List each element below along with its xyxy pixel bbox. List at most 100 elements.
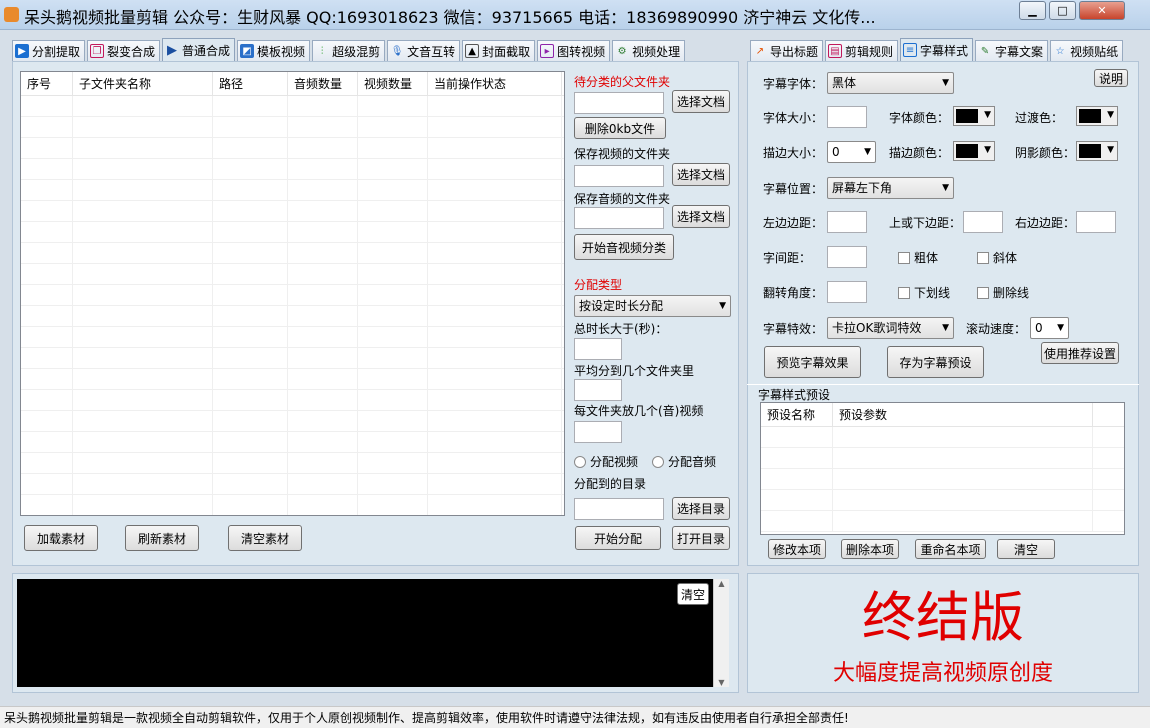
bold-checkbox[interactable]: 粗体 — [898, 249, 938, 266]
empty-cell — [21, 138, 73, 158]
distribute-audio-radio[interactable]: 分配音频 — [652, 453, 716, 470]
tab-subtitle-copy[interactable]: ✎ 字幕文案 — [975, 40, 1049, 61]
empty-cell — [358, 411, 428, 431]
right-margin-input[interactable] — [1076, 211, 1116, 233]
preset-table-body — [761, 427, 1124, 532]
minimize-button[interactable]: ▁ — [1019, 1, 1046, 20]
empty-cell — [428, 432, 562, 452]
empty-cell — [288, 222, 358, 242]
parent-folder-input[interactable] — [574, 92, 664, 114]
empty-cell — [21, 96, 73, 116]
effect-select[interactable]: 卡拉OK歌词特效 ▼ — [827, 317, 954, 339]
empty-row — [21, 390, 564, 411]
empty-row — [761, 469, 1124, 490]
stroke-size-select[interactable]: 0 ▼ — [827, 141, 876, 163]
chevron-down-icon: ▼ — [1107, 110, 1114, 120]
avg-folders-input[interactable] — [574, 379, 622, 401]
position-select[interactable]: 屏幕左下角 ▼ — [827, 177, 954, 199]
empty-cell — [213, 390, 288, 410]
start-classify-button[interactable]: 开始音视频分类 — [574, 234, 674, 260]
tab-export-title[interactable]: ↗ 导出标题 — [750, 40, 824, 61]
empty-cell — [73, 390, 213, 410]
underline-checkbox[interactable]: 下划线 — [898, 284, 950, 301]
delete-preset-button[interactable]: 删除本项 — [841, 539, 899, 559]
refresh-material-button[interactable]: 刷新素材 — [125, 525, 199, 551]
font-select[interactable]: 黑体 ▼ — [827, 72, 954, 94]
tab-super-mix[interactable]: ⫶ 超级混剪 — [312, 40, 386, 61]
select-audio-folder-button[interactable]: 选择文档 — [672, 205, 730, 228]
empty-cell — [73, 96, 213, 116]
empty-cell — [21, 348, 73, 368]
save-video-folder-input[interactable] — [574, 165, 664, 187]
log-scrollbar[interactable]: ▲ ▼ — [713, 579, 729, 687]
empty-cell — [288, 243, 358, 263]
rotate-label: 翻转角度： — [763, 286, 824, 300]
tab-video-sticker[interactable]: ☆ 视频贴纸 — [1050, 40, 1124, 61]
preview-subtitle-button[interactable]: 预览字幕效果 — [764, 346, 861, 378]
save-audio-folder-input[interactable] — [574, 207, 664, 229]
spacing-input[interactable] — [827, 246, 867, 268]
left-tab-strip: ▶ 分割提取 ❐ 裂变合成 ▶ 普通合成 ◩ 模板视频 ⫶ 超级混剪 🎙 文音互转 ▲ 封面截… — [12, 38, 687, 62]
maximize-button[interactable]: □ — [1049, 1, 1076, 20]
log-console[interactable] — [17, 579, 713, 687]
clear-log-button[interactable]: 清空 — [677, 583, 709, 605]
clear-presets-button[interactable]: 清空 — [997, 539, 1055, 559]
load-material-button[interactable]: 加载素材 — [24, 525, 98, 551]
total-duration-input[interactable] — [574, 338, 622, 360]
empty-cell — [358, 264, 428, 284]
tab-label: 剪辑规则 — [845, 44, 894, 59]
tab-text-audio[interactable]: 🎙 文音互转 — [387, 40, 461, 61]
target-dir-input[interactable] — [574, 498, 664, 520]
rotate-input[interactable] — [827, 281, 867, 303]
empty-row — [21, 117, 564, 138]
use-recommended-button[interactable]: 使用推荐设置 — [1041, 342, 1119, 364]
font-size-input[interactable] — [827, 106, 867, 128]
distribute-video-radio[interactable]: 分配视频 — [574, 453, 638, 470]
tab-cover-capture[interactable]: ▲ 封面截取 — [462, 40, 536, 61]
folder-table[interactable]: 序号 子文件夹名称 路径 音频数量 视频数量 当前操作状态 — [20, 71, 565, 516]
position-label: 字幕位置： — [763, 182, 824, 196]
preset-table-header: 预设名称 预设参数 — [761, 403, 1124, 427]
tab-video-process[interactable]: ⚙ 视频处理 — [612, 40, 686, 61]
stroke-color-picker[interactable]: ▼ — [953, 141, 995, 161]
select-parent-folder-button[interactable]: 选择文档 — [672, 90, 730, 113]
close-button[interactable]: ✕ — [1079, 1, 1125, 20]
shadow-color-picker[interactable]: ▼ — [1076, 141, 1118, 161]
left-margin-input[interactable] — [827, 211, 867, 233]
tab-label: 封面截取 — [482, 44, 531, 59]
start-distribute-button[interactable]: 开始分配 — [575, 526, 661, 550]
empty-cell — [288, 96, 358, 116]
select-target-dir-button[interactable]: 选择目录 — [672, 497, 730, 520]
per-folder-input[interactable] — [574, 421, 622, 443]
tab-label: 裂变合成 — [107, 44, 156, 59]
help-button[interactable]: 说明 — [1094, 69, 1128, 87]
rename-preset-button[interactable]: 重命名本项 — [915, 539, 986, 559]
tab-template-video[interactable]: ◩ 模板视频 — [237, 40, 311, 61]
tab-split-extract[interactable]: ▶ 分割提取 — [12, 40, 86, 61]
color-swatch — [1079, 144, 1101, 158]
empty-cell — [213, 138, 288, 158]
vertical-margin-input[interactable] — [963, 211, 1003, 233]
tab-normal-compose[interactable]: ▶ 普通合成 — [162, 38, 236, 61]
checkbox-label: 斜体 — [993, 251, 1018, 265]
tab-image-to-video[interactable]: ▸ 图转视频 — [537, 40, 611, 61]
empty-cell — [358, 201, 428, 221]
tab-fission-compose[interactable]: ❐ 裂变合成 — [87, 40, 161, 61]
select-video-folder-button[interactable]: 选择文档 — [672, 163, 730, 186]
transition-color-picker[interactable]: ▼ — [1076, 106, 1118, 126]
tab-subtitle-style[interactable]: ≡ 字幕样式 — [900, 38, 974, 61]
chevron-down-icon: ▼ — [942, 323, 949, 333]
column-header: 预设参数 — [833, 403, 1093, 426]
strikethrough-checkbox[interactable]: 删除线 — [977, 284, 1029, 301]
italic-checkbox[interactable]: 斜体 — [977, 249, 1017, 266]
font-color-picker[interactable]: ▼ — [953, 106, 995, 126]
delete-zero-kb-button[interactable]: 删除0kb文件 — [574, 117, 666, 139]
tab-edit-rules[interactable]: ▤ 剪辑规则 — [825, 40, 899, 61]
open-dir-button[interactable]: 打开目录 — [672, 526, 730, 550]
clear-material-button[interactable]: 清空素材 — [228, 525, 302, 551]
preset-table[interactable]: 预设名称 预设参数 — [760, 402, 1125, 535]
distribute-type-select[interactable]: 按设定时长分配 ▼ — [574, 295, 731, 317]
scroll-speed-select[interactable]: 0 ▼ — [1030, 317, 1069, 339]
save-preset-button[interactable]: 存为字幕预设 — [887, 346, 984, 378]
modify-preset-button[interactable]: 修改本项 — [768, 539, 826, 559]
